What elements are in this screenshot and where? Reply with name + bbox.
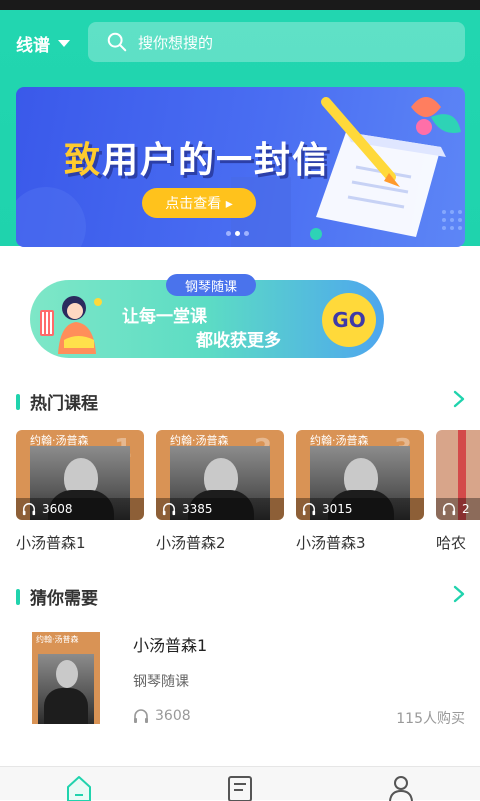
recommend-title: 猜你需要 (30, 589, 98, 609)
headphones-icon (162, 503, 176, 516)
city-label: 线谱 (16, 35, 50, 56)
banner-view-button[interactable]: 点击查看 ▸ (142, 188, 256, 218)
carousel-indicator (226, 231, 249, 236)
home-icon[interactable] (64, 773, 94, 801)
carousel-dot-active (235, 231, 240, 236)
course-cover: 约翰·汤普森 2 3385 (156, 430, 284, 520)
play-count-value: 3385 (182, 502, 213, 516)
chevron-right-icon[interactable] (452, 390, 466, 408)
go-button[interactable]: GO (322, 293, 376, 347)
carousel-dot (244, 231, 249, 236)
promo-line-2: 都收获更多 (196, 331, 281, 351)
search-icon (107, 32, 127, 52)
course-card[interactable]: 约翰·汤普森 1 3608 小汤普森1 (16, 430, 144, 553)
recommend-item-subtitle: 钢琴随课 (133, 674, 189, 690)
buyer-count: 115人购买 (396, 711, 465, 727)
course-name: 小汤普森1 (16, 534, 86, 552)
search-bar[interactable]: 搜你想搜的 (88, 22, 465, 62)
cover-title: 约翰·汤普森 (36, 635, 79, 644)
headphones-icon (134, 709, 148, 723)
promo-tag: 钢琴随课 (166, 274, 256, 296)
play-count: 3608 (133, 708, 191, 724)
recommend-header: 猜你需要 (16, 584, 98, 609)
course-name: 小汤普森2 (156, 534, 226, 552)
city-selector[interactable]: 线谱 (16, 30, 70, 56)
user-icon[interactable] (386, 773, 416, 801)
bottom-tab-bar (0, 766, 480, 801)
course-card[interactable]: 约翰·汤普森 3 3015 小汤普森3 (296, 430, 424, 553)
play-count: 2 (436, 498, 480, 520)
chevron-right-icon[interactable] (452, 585, 466, 603)
recommend-item-title: 小汤普森1 (133, 636, 208, 655)
headphones-icon (22, 503, 36, 516)
course-cover: 约翰·汤普森 1 3608 (16, 430, 144, 520)
course-card[interactable]: 约翰·汤普森 2 3385 小汤普森2 (156, 430, 284, 553)
portrait-image (38, 654, 94, 724)
promo-line-1: 让每一堂课 (122, 307, 207, 327)
book-icon[interactable] (225, 773, 255, 801)
carousel-dot (226, 231, 231, 236)
search-placeholder: 搜你想搜的 (138, 33, 214, 52)
play-count: 3385 (156, 498, 284, 520)
caret-down-icon (58, 39, 70, 47)
girl-illustration-icon (40, 296, 102, 354)
course-name: 小汤普森3 (296, 534, 366, 552)
banner-title: 致用户的一封信 (64, 140, 331, 181)
play-count-value: 3608 (42, 502, 73, 516)
hot-courses-header: 热门课程 (16, 389, 98, 414)
course-name: 哈农 (436, 534, 467, 552)
headphones-icon (302, 503, 316, 516)
play-count: 3015 (296, 498, 424, 520)
recommend-cover: 约翰·汤普森 (32, 632, 100, 724)
course-cover: 约翰·汤普森 3 3015 (296, 430, 424, 520)
section-accent-bar (16, 588, 20, 605)
course-card[interactable]: 2 哈农 (436, 430, 480, 553)
course-cover: 2 (436, 430, 480, 520)
recommend-item[interactable]: 约翰·汤普森 小汤普森1 钢琴随课 3608 115人购买 (16, 620, 465, 730)
headphones-icon (442, 503, 456, 516)
hot-courses-title: 热门课程 (30, 394, 98, 414)
play-count-value: 3015 (322, 502, 353, 516)
play-count-value: 3608 (155, 708, 191, 724)
status-bar (0, 0, 480, 10)
section-accent-bar (16, 393, 20, 410)
play-count: 3608 (16, 498, 144, 520)
play-count-value: 2 (462, 502, 470, 516)
banner-carousel[interactable]: 致用户的一封信 点击查看 ▸ (16, 87, 465, 247)
